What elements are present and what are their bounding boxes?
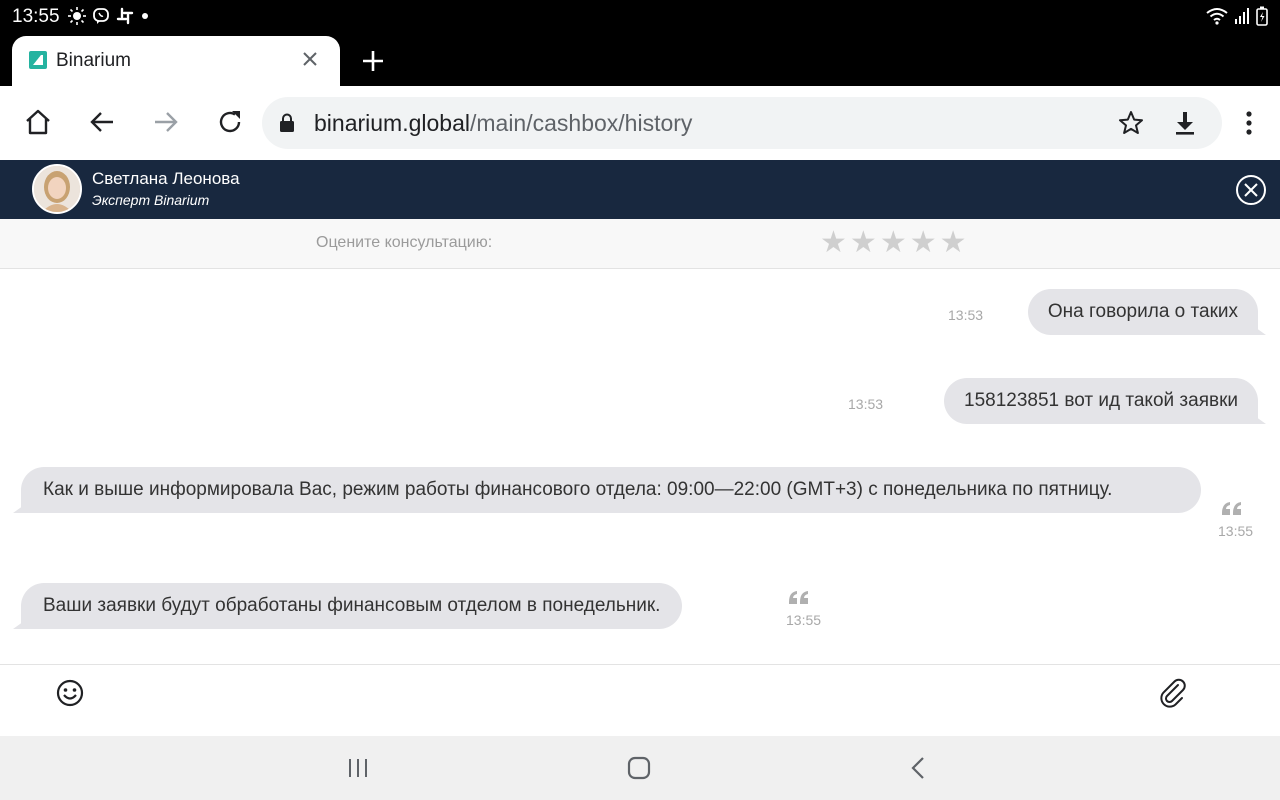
emoji-icon[interactable]: [56, 679, 84, 707]
wifi-icon: [1206, 8, 1228, 25]
rating-stars: ★ ★ ★ ★ ★: [820, 228, 967, 258]
forward-icon[interactable]: [152, 108, 180, 136]
agent-avatar: [32, 164, 82, 214]
system-nav-bar: [0, 736, 1280, 800]
brightness-icon: [68, 7, 86, 25]
message-input-bar[interactable]: [0, 664, 1280, 736]
viber-icon: [93, 8, 109, 24]
message-time: 13:53: [848, 396, 884, 412]
battery-icon: [1256, 6, 1268, 26]
message-bubble-outgoing: Она говорила о таких: [1027, 289, 1267, 335]
rating-bar: Оцените консультацию: ★ ★ ★ ★ ★: [0, 219, 1280, 269]
tab-strip: Binarium: [0, 34, 1280, 86]
agent-role: Эксперт Binarium: [92, 192, 210, 208]
new-tab-icon[interactable]: [360, 48, 386, 74]
address-bar[interactable]: binarium.global/main/cashbox/history: [262, 97, 1222, 149]
reload-icon[interactable]: [216, 108, 244, 136]
download-icon[interactable]: [1172, 110, 1198, 136]
dot-icon: [142, 13, 148, 19]
back-nav-icon[interactable]: [905, 754, 933, 782]
back-icon[interactable]: [88, 108, 116, 136]
chat-header: Светлана Леонова Эксперт Binarium: [0, 160, 1280, 219]
bookmark-star-icon[interactable]: [1118, 110, 1144, 136]
recent-apps-icon[interactable]: [344, 754, 372, 782]
attach-icon[interactable]: [1158, 677, 1188, 709]
signal-icon: [1235, 8, 1249, 24]
lock-icon[interactable]: [278, 113, 296, 133]
message-bubble-outgoing: 158123851 вот ид такой заявки: [944, 378, 1266, 424]
rating-star-2-icon[interactable]: ★: [850, 228, 877, 258]
rating-star-3-icon[interactable]: ★: [880, 228, 907, 258]
quote-icon[interactable]: [787, 588, 811, 606]
message-list: 13:53 Она говорила о таких 13:53 1581238…: [0, 270, 1280, 664]
browser-toolbar: binarium.global/main/cashbox/history: [0, 86, 1280, 160]
rating-star-4-icon[interactable]: ★: [910, 228, 937, 258]
status-time: 13:55: [12, 6, 60, 27]
message-bubble-incoming: Ваши заявки будут обработаны финансовым …: [12, 583, 683, 629]
message-time: 13:55: [786, 612, 822, 628]
home-nav-icon[interactable]: [625, 754, 653, 782]
rating-star-5-icon[interactable]: ★: [940, 228, 967, 258]
agent-name: Светлана Леонова: [92, 169, 240, 188]
message-bubble-incoming: Как и выше информировала Вас, режим рабо…: [13, 467, 1201, 513]
close-tab-icon[interactable]: [300, 49, 320, 69]
quote-icon[interactable]: [1220, 499, 1244, 517]
home-icon[interactable]: [24, 108, 52, 136]
rating-label: Оцените консультацию:: [316, 234, 493, 251]
message-time: 13:53: [948, 307, 984, 323]
close-chat-icon[interactable]: [1235, 174, 1267, 206]
binarium-favicon-icon: [29, 51, 47, 69]
rating-star-1-icon[interactable]: ★: [820, 228, 847, 258]
status-bar: 13:55: [0, 0, 1280, 34]
tab-title: Binarium: [56, 50, 131, 71]
message-time: 13:55: [1218, 523, 1254, 539]
browser-tab[interactable]: Binarium: [12, 36, 340, 86]
more-menu-icon[interactable]: [1238, 110, 1260, 136]
slack-icon: [116, 7, 134, 25]
agent-avatar-icon: [34, 166, 80, 212]
url-text[interactable]: binarium.global/main/cashbox/history: [314, 110, 692, 137]
